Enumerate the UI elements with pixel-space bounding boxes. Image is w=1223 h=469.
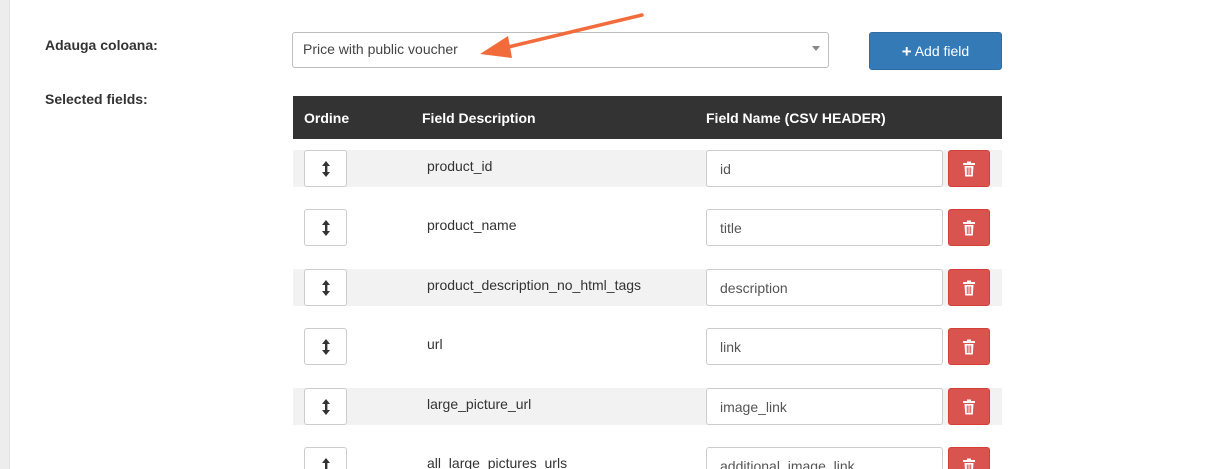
field-name-input[interactable] [706,150,943,187]
drag-handle-button[interactable] [304,269,347,306]
header-field-description: Field Description [422,110,536,126]
drag-handle-button[interactable] [304,209,347,246]
chevron-down-icon [812,46,820,51]
sort-vertical-icon [321,219,330,236]
field-description: large_picture_url [427,396,532,412]
add-column-label: Adauga coloana: [45,37,158,53]
drag-handle-button[interactable] [304,447,347,469]
field-description: product_id [427,158,493,174]
field-name-input[interactable] [706,447,943,469]
annotation-arrow [480,13,644,58]
delete-field-button[interactable] [948,150,990,187]
page: Adauga coloana: Selected fields: Price w… [0,0,1223,469]
delete-field-button[interactable] [948,269,990,306]
sort-vertical-icon [321,457,330,469]
table-row: all_large_pictures_urls [293,447,1002,469]
fields-table-header: Ordine Field Description Field Name (CSV… [293,96,1002,139]
field-name-input[interactable] [706,388,943,425]
delete-field-button[interactable] [948,209,990,246]
drag-handle-button[interactable] [304,150,347,187]
field-name-input[interactable] [706,209,943,246]
sort-vertical-icon [321,398,330,415]
left-panel-border [0,0,10,469]
field-name-input[interactable] [706,328,943,365]
trash-icon [963,220,975,235]
add-field-button[interactable]: + Add field [869,32,1002,70]
trash-icon [963,280,975,295]
delete-field-button[interactable] [948,388,990,425]
trash-icon [963,339,975,354]
delete-field-button[interactable] [948,328,990,365]
drag-handle-button[interactable] [304,388,347,425]
trash-icon [963,399,975,414]
selected-fields-label: Selected fields: [45,91,148,107]
add-field-label: Add field [914,43,970,59]
sort-vertical-icon [321,160,330,177]
drag-handle-button[interactable] [304,328,347,365]
table-row: large_picture_url [293,388,1002,425]
field-description: all_large_pictures_urls [427,455,568,469]
field-description: url [427,336,443,352]
field-description: product_description_no_html_tags [427,277,642,293]
sort-vertical-icon [321,279,330,296]
table-row: url [293,328,1002,365]
trash-icon [963,458,975,469]
delete-field-button[interactable] [948,447,990,469]
header-ordine: Ordine [304,110,350,126]
trash-icon [963,161,975,176]
sort-vertical-icon [321,338,330,355]
field-name-input[interactable] [706,269,943,306]
table-row: product_name [293,209,1002,246]
field-description: product_name [427,217,517,233]
table-row: product_description_no_html_tags [293,269,1002,306]
header-field-name: Field Name (CSV HEADER) [706,110,886,126]
table-row: product_id [293,150,1002,187]
plus-icon: + [901,41,912,61]
column-select-value: Price with public voucher [303,41,458,57]
